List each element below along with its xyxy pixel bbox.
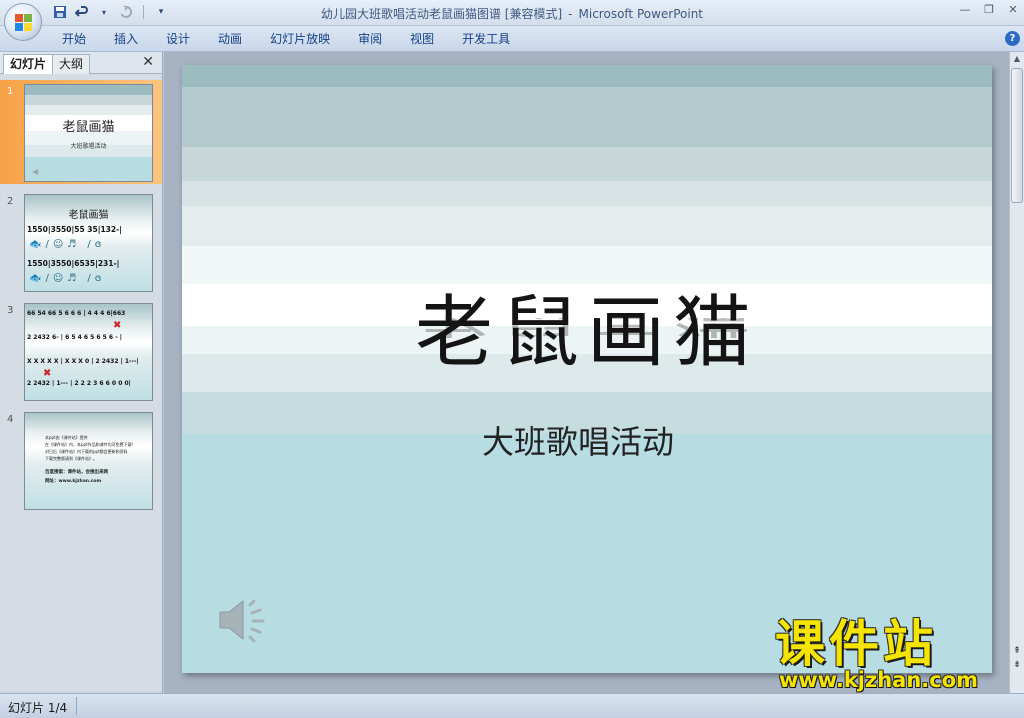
minimize-icon[interactable]: —	[958, 3, 972, 16]
slide-thumbnail-2[interactable]: 2 老鼠画猫 1550|3550|55 35|132-| 🐟/☺♬ /ɞ 155…	[0, 190, 162, 294]
thumb-text-line: 本ppt由《课件站》提供	[45, 435, 88, 440]
slide-thumbnail-image: 老鼠画猫 大班歌唱活动 ◀	[24, 84, 153, 182]
thumbnail-list: 1 老鼠画猫 大班歌唱活动 ◀ 2 老鼠画猫 1550|3550|55 35|1…	[0, 74, 162, 691]
scroll-thumb[interactable]	[1011, 68, 1023, 203]
next-slide-icon[interactable]: ⇟	[1010, 660, 1024, 670]
slide-thumbnail-image: 本ppt由《课件站》提供 在《课件站》内，本ppt作品和课件均可免费下载！ 对日…	[24, 412, 153, 510]
background-band	[182, 181, 992, 206]
tab-outline[interactable]: 大纲	[52, 54, 91, 74]
tab-review[interactable]: 审阅	[346, 30, 394, 48]
thumb-text-line: 百度搜索：课件站，会搜出来网	[45, 470, 108, 475]
tab-view[interactable]: 视图	[398, 30, 446, 48]
thumb-text-line: 对日后《课件站》内下载的ppt都会更新和资料	[45, 449, 128, 454]
tab-home[interactable]: 开始	[50, 30, 98, 48]
app-name: Microsoft PowerPoint	[578, 7, 704, 21]
slide-number: 3	[7, 305, 14, 316]
thumb-notation-line: X X X X X | X X X 0 | 2 2432 | 1---|	[27, 358, 139, 365]
title-separator: -	[568, 7, 573, 21]
previous-slide-icon[interactable]: ⇞	[1010, 646, 1024, 656]
slide-thumbnail-3[interactable]: 3 66 54 66 5 6 6 6 | 4 4 4 6|663 ✖ 2 243…	[0, 299, 162, 403]
slide-thumbnail-1[interactable]: 1 老鼠画猫 大班歌唱活动 ◀	[0, 80, 162, 184]
customize-qat-icon[interactable]: ▾	[153, 4, 169, 20]
thumb-notation-line: 2 2432 | 1--- | 2 2 2 3 6 6 0 0 0|	[27, 380, 131, 387]
ribbon-tabs: 开始 插入 设计 动画 幻灯片放映 审阅 视图 开发工具	[50, 30, 526, 48]
tab-insert[interactable]: 插入	[102, 30, 150, 48]
slide-number: 1	[7, 86, 14, 97]
save-icon[interactable]	[52, 4, 68, 20]
speaker-icon[interactable]	[216, 595, 276, 645]
help-icon[interactable]: ?	[1005, 31, 1020, 46]
thumb-text-line: 网址：www.kjzhan.com	[45, 479, 102, 484]
qat-separator	[143, 5, 144, 19]
scroll-up-icon[interactable]: ▲	[1010, 52, 1024, 66]
slide-subtitle[interactable]: 大班歌唱活动	[482, 417, 674, 463]
background-band	[182, 147, 992, 181]
undo-icon[interactable]	[74, 4, 90, 20]
watermark-text: 课件站	[775, 615, 937, 673]
tab-slide-show[interactable]: 幻灯片放映	[258, 30, 342, 48]
thumb-pictograms: 🐟/☺♬ /ɞ	[29, 273, 106, 284]
vertical-scrollbar[interactable]: ▲ ⇞ ⇟	[1009, 52, 1024, 693]
redo-icon[interactable]	[118, 4, 134, 20]
panel-tabs: 幻灯片 大纲 ✕	[0, 52, 162, 74]
watermark: 课件站 www.kjzhan.com	[775, 618, 1005, 692]
slide-thumbnail-image: 老鼠画猫 1550|3550|55 35|132-| 🐟/☺♬ /ɞ 1550|…	[24, 194, 153, 292]
thumb-notation-line: 1550|3550|55 35|132-|	[27, 225, 122, 234]
slide-counter: 幻灯片 1/4	[8, 701, 68, 715]
thumb-notation-line: 66 54 66 5 6 6 6 | 4 4 4 6|663	[27, 310, 126, 317]
thumb-cross-icon: ✖	[113, 320, 122, 331]
tab-developer[interactable]: 开发工具	[450, 30, 522, 48]
tab-animations[interactable]: 动画	[206, 30, 254, 48]
office-logo-icon	[15, 14, 33, 32]
slide-number: 2	[7, 196, 14, 207]
restore-icon[interactable]: ❐	[982, 3, 996, 16]
thumb-cross-icon: ✖	[43, 368, 52, 379]
watermark-url: www.kjzhan.com	[779, 668, 979, 692]
current-slide[interactable]: 老鼠画猫 老鼠画猫 大班歌唱活动	[182, 65, 992, 673]
slides-panel: 幻灯片 大纲 ✕ 1 老鼠画猫 大班歌唱活动 ◀ 2 老鼠画猫 1550|355…	[0, 52, 163, 693]
thumb-pictograms: 🐟/☺♬ /ɞ	[29, 239, 106, 250]
thumb-notation-line: 2 2432 6- | 6 5 4 6 5 6 5 6 - |	[27, 334, 122, 341]
status-bar: 幻灯片 1/4	[0, 693, 1024, 718]
thumb-text-line: 在《课件站》内，本ppt作品和课件均可免费下载！	[45, 442, 136, 447]
background-band	[182, 65, 992, 87]
title-bar: ▾ ▾ 幼儿园大班歌唱活动老鼠画猫图谱 [兼容模式] - Microsoft Pow…	[0, 0, 1024, 41]
thumb-title: 老鼠画猫	[62, 120, 115, 135]
ribbon: 开始 插入 设计 动画 幻灯片放映 审阅 视图 开发工具 ?	[0, 26, 1024, 52]
status-separator	[76, 697, 77, 715]
close-icon[interactable]: ✕	[1006, 3, 1020, 16]
background-band	[182, 87, 992, 147]
document-title: 幼儿园大班歌唱活动老鼠画猫图谱 [兼容模式]	[320, 7, 563, 21]
thumb-title: 老鼠画猫	[68, 210, 109, 221]
slide-thumbnail-4[interactable]: 4 本ppt由《课件站》提供 在《课件站》内，本ppt作品和课件均可免费下载！ …	[0, 408, 162, 512]
thumb-subtitle: 大班歌唱活动	[70, 143, 107, 150]
tab-design[interactable]: 设计	[154, 30, 202, 48]
thumb-text-line: 下载完整版请到《课件站》。	[45, 456, 97, 461]
slide-thumbnail-image: 66 54 66 5 6 6 6 | 4 4 4 6|663 ✖ 2 2432 …	[24, 303, 153, 401]
thumb-notation-line: 1550|3550|6535|231-|	[27, 259, 120, 268]
office-button[interactable]	[4, 3, 42, 41]
tab-slides[interactable]: 幻灯片	[3, 54, 54, 74]
window-controls: — ❐ ✕	[958, 3, 1020, 16]
slide-number: 4	[7, 414, 14, 425]
quick-access-toolbar: ▾ ▾	[52, 4, 169, 20]
slide-title-reflection: 老鼠画猫	[182, 318, 992, 351]
slide-editing-area: 老鼠画猫 老鼠画猫 大班歌唱活动	[164, 52, 1009, 693]
background-band	[182, 206, 992, 246]
undo-dropdown-icon[interactable]: ▾	[96, 4, 112, 20]
thumb-speaker-icon: ◀	[32, 167, 39, 176]
close-panel-icon[interactable]: ✕	[142, 54, 154, 70]
